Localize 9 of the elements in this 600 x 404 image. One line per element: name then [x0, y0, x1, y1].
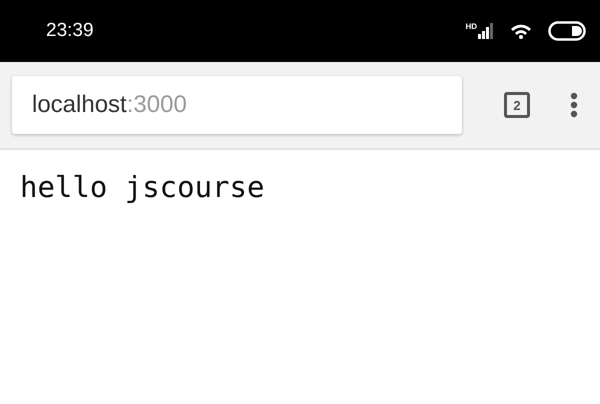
- menu-icon[interactable]: [570, 92, 578, 118]
- status-time: 23:39: [46, 18, 94, 43]
- signal-icon: [478, 23, 494, 39]
- battery-icon: [548, 21, 586, 41]
- page-text: hello jscourse: [20, 170, 264, 204]
- wifi-icon: [510, 22, 532, 40]
- tab-count-button[interactable]: 2: [504, 92, 530, 118]
- network-label: HD: [465, 23, 477, 31]
- address-bar[interactable]: localhost:3000: [12, 76, 462, 134]
